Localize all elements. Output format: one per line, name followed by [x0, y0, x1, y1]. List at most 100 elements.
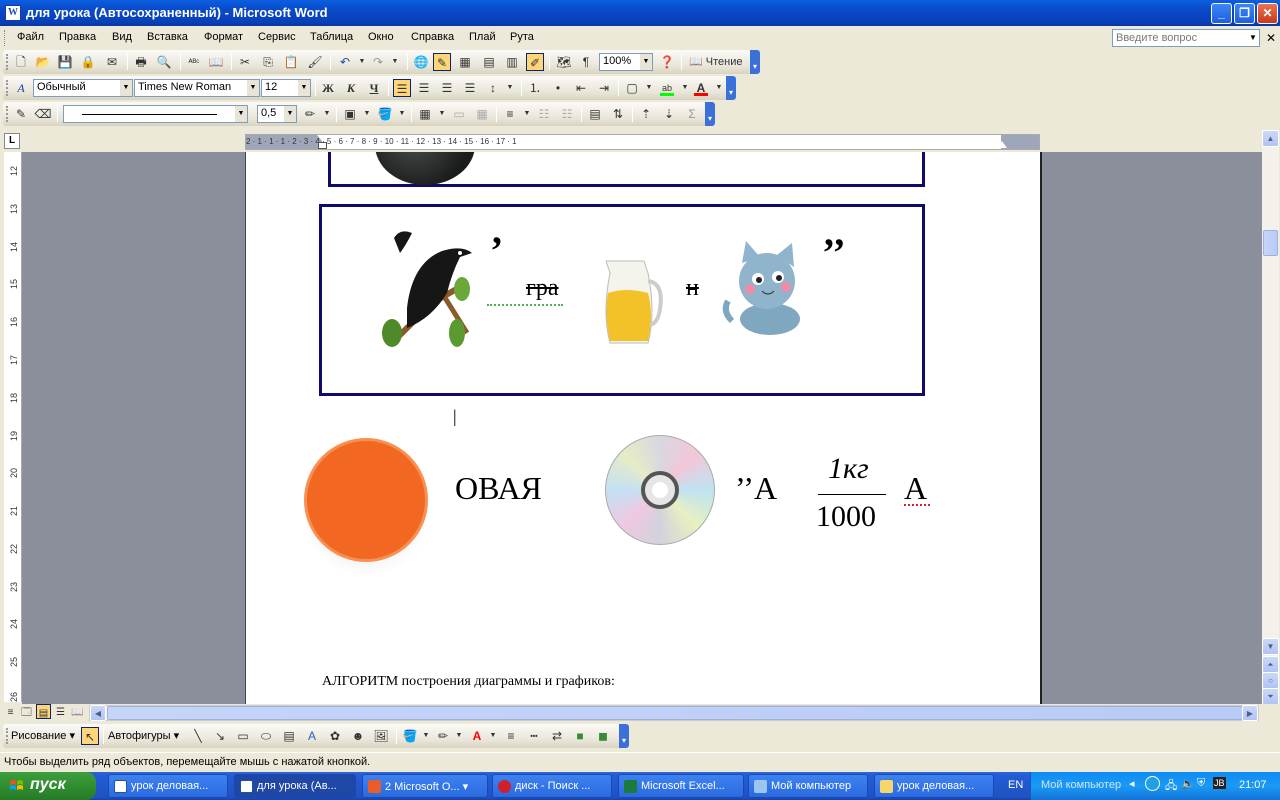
first-line-indent-marker[interactable] [317, 135, 327, 141]
toolbar-options-icon[interactable]: ▾ [705, 102, 715, 126]
select-browse-object-icon[interactable]: ○ [1262, 672, 1279, 689]
back-icon[interactable] [1145, 776, 1160, 791]
new-document-icon[interactable]: 🗋 [12, 53, 30, 71]
justify-icon[interactable]: ☰ [461, 79, 479, 97]
volume-icon[interactable]: 🔈 [1181, 777, 1195, 790]
menu-insert[interactable]: Вставка [147, 31, 188, 43]
document-page[interactable]: ’ гра н ’’ | ОВАЯ ’’А 1кг 1000 А АЛГОРИТ… [245, 152, 1042, 704]
dash-style-icon[interactable]: ┅ [525, 727, 543, 745]
help-search-input[interactable]: Введите вопрос ▼ [1112, 29, 1260, 47]
increase-indent-icon[interactable]: ⇥ [595, 79, 613, 97]
chevron-down-icon[interactable]: ▼ [318, 105, 336, 123]
taskbar-item-active[interactable]: для урока (Ав... [234, 774, 356, 798]
font-color-icon[interactable]: A [692, 79, 710, 97]
insert-table-icon[interactable]: ▦ [416, 105, 434, 123]
italic-button[interactable]: К [342, 79, 360, 97]
menu-plai[interactable]: Плай [469, 31, 496, 43]
horizontal-scrollbar[interactable]: ◀ ▶ [89, 705, 1259, 721]
taskbar-item[interactable]: Мой компьютер [748, 774, 868, 798]
toolbar-options-icon[interactable]: ▾ [726, 76, 736, 100]
table-autoformat-icon[interactable]: ▤ [586, 105, 604, 123]
insert-excel-icon[interactable]: ▤ [480, 53, 498, 71]
minimize-button[interactable]: _ [1211, 3, 1232, 24]
crow-image[interactable] [372, 223, 476, 353]
menu-help[interactable]: Справка [411, 31, 454, 43]
chevron-down-icon[interactable]: ▼ [358, 105, 376, 123]
vertical-ruler[interactable]: 12 13 14 15 16 17 18 19 20 21 22 23 24 2… [4, 152, 22, 702]
insert-table-icon[interactable]: ▦ [456, 53, 474, 71]
font-size-select[interactable]: 12 ▼ [261, 79, 311, 97]
copy-icon[interactable]: ⎘ [259, 53, 277, 71]
line-icon[interactable]: ╲ [189, 727, 207, 745]
left-indent-marker[interactable] [318, 142, 327, 149]
scroll-thumb[interactable] [1263, 230, 1278, 256]
document-close-icon[interactable]: ✕ [1266, 31, 1276, 45]
reading-mode-button[interactable]: 📖 Чтение [687, 53, 745, 71]
jv-icon[interactable]: JB [1213, 777, 1226, 789]
align-left-icon[interactable]: ☰ [393, 79, 411, 97]
email-icon[interactable]: ✉ [103, 53, 121, 71]
decrease-indent-icon[interactable]: ⇤ [572, 79, 590, 97]
chevron-down-icon[interactable]: ▼ [120, 80, 132, 96]
menu-file[interactable]: Файл [17, 31, 44, 43]
hscroll-thumb[interactable] [107, 706, 1243, 720]
autosum-icon[interactable]: Σ [683, 105, 701, 123]
undo-icon[interactable]: ↶ [336, 53, 354, 71]
clock[interactable]: 21:07 [1239, 779, 1267, 791]
save-icon[interactable]: 💾 [56, 53, 74, 71]
borders-icon[interactable]: ▢ [623, 79, 641, 97]
chevron-down-icon[interactable]: ▼ [501, 79, 519, 97]
arrow-style-icon[interactable]: ⇄ [548, 727, 566, 745]
chevron-down-icon[interactable]: ▼ [484, 727, 502, 745]
open-folder-icon[interactable]: 📂 [34, 53, 52, 71]
document-map-icon[interactable]: 🗺 [555, 53, 573, 71]
cd-disc-image[interactable] [601, 431, 719, 549]
picture-frame-top[interactable] [328, 152, 925, 187]
taskbar-item[interactable]: урок деловая... [874, 774, 994, 798]
spelling-icon[interactable]: ᴬᴮᶜ [185, 53, 203, 71]
dark-sphere-image[interactable] [375, 152, 475, 185]
align-right-icon[interactable]: ☰ [438, 79, 456, 97]
autoshapes-menu-button[interactable]: Автофигуры ▾ [108, 727, 186, 745]
cut-icon[interactable]: ✂ [236, 53, 254, 71]
shading-color-icon[interactable]: 🪣 [376, 105, 394, 123]
insert-picture-icon[interactable]: 🖼 [372, 727, 390, 745]
shadow-style-icon[interactable]: ■ [571, 727, 589, 745]
rebus-frame[interactable]: ’ гра н ’’ [319, 204, 925, 396]
sort-ascending-icon[interactable]: ⇡ [637, 105, 655, 123]
reading-layout-icon[interactable]: 📖 [70, 704, 85, 719]
oval-icon[interactable]: ⬭ [257, 727, 275, 745]
diagram-icon[interactable]: ✿ [326, 727, 344, 745]
redo-icon[interactable]: ↷ [369, 53, 387, 71]
bullets-icon[interactable]: • [549, 79, 567, 97]
permission-icon[interactable]: 🔒 [79, 53, 97, 71]
distribute-columns-icon[interactable]: ☷ [558, 105, 576, 123]
sort-descending-icon[interactable]: ⇣ [660, 105, 678, 123]
chevron-down-icon[interactable]: ▼ [417, 727, 435, 745]
chevron-down-icon[interactable]: ▼ [284, 106, 296, 122]
chevron-down-icon[interactable]: ▼ [235, 106, 247, 122]
toolbar-grip[interactable] [6, 728, 8, 744]
taskbar-item[interactable]: диск - Поиск ... [492, 774, 612, 798]
outside-border-icon[interactable]: ▣ [341, 105, 359, 123]
styles-pane-icon[interactable]: A [12, 79, 30, 97]
scroll-down-icon[interactable]: ▼ [1262, 638, 1279, 655]
style-select[interactable]: Обычный ▼ [33, 79, 133, 97]
chevron-down-icon[interactable]: ▼ [1247, 30, 1259, 46]
columns-icon[interactable]: ▥ [503, 53, 521, 71]
line-style-select[interactable]: ▼ [63, 105, 248, 123]
merge-cells-icon[interactable]: ▭ [450, 105, 468, 123]
align-center-icon[interactable]: ☰ [415, 79, 433, 97]
text-direction-icon[interactable]: ⇅ [609, 105, 627, 123]
toolbar-grip[interactable] [6, 54, 8, 70]
highlight-icon[interactable]: ab [658, 79, 676, 97]
distribute-rows-icon[interactable]: ☷ [535, 105, 553, 123]
align-cell-icon[interactable]: ≡ [501, 105, 519, 123]
vertical-scrollbar[interactable]: ▲ ▼ ⏶ ○ ⏷ [1262, 130, 1279, 705]
research-icon[interactable]: 📖 [207, 53, 225, 71]
toolbar-options-icon[interactable]: ▾ [750, 50, 760, 74]
font-select[interactable]: Times New Roman ▼ [134, 79, 260, 97]
chevron-down-icon[interactable]: ▼ [393, 105, 411, 123]
tables-borders-icon[interactable]: ✎ [433, 53, 451, 71]
menu-window[interactable]: Окно [368, 31, 394, 43]
